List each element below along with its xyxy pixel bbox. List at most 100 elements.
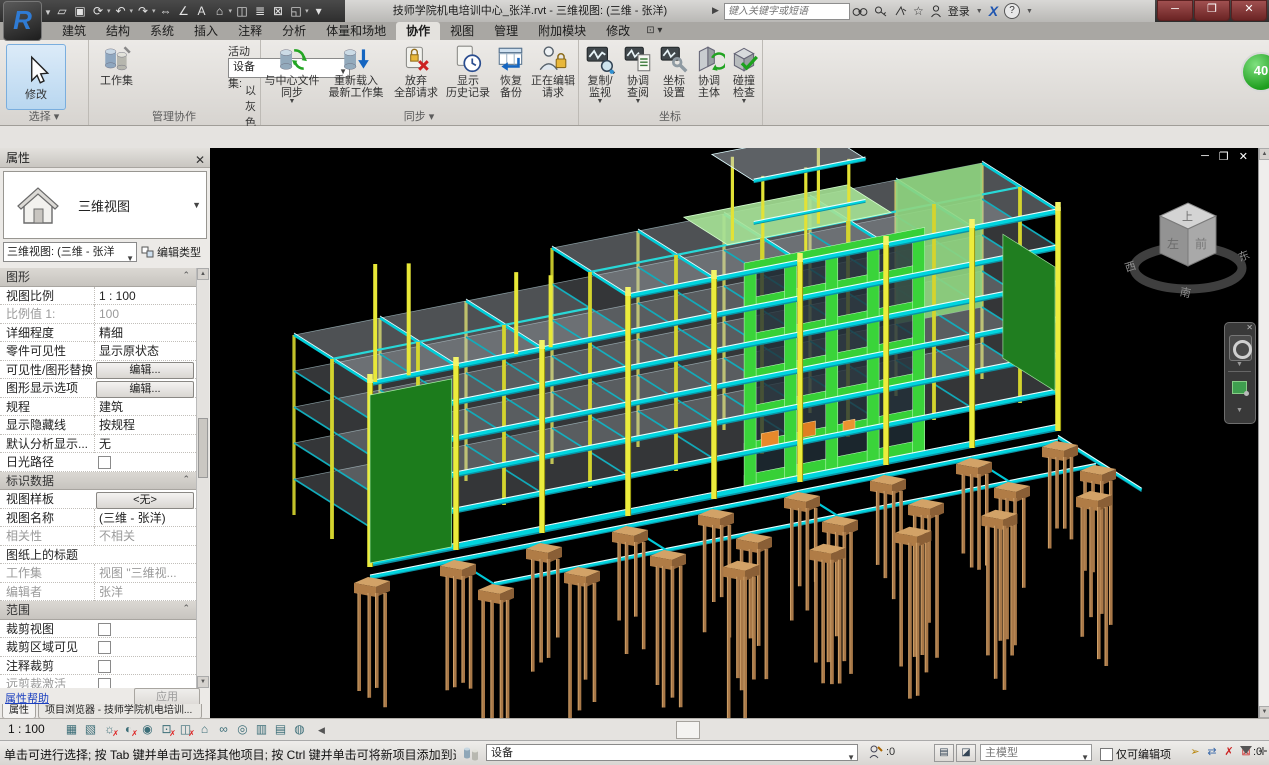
search-input[interactable] [724, 3, 850, 20]
tab-注释[interactable]: 注释 [228, 22, 272, 40]
edit-type-button[interactable]: 编辑类型 [141, 242, 207, 262]
minimize-button[interactable]: ─ [1157, 0, 1193, 21]
property-value[interactable]: 建筑 [94, 398, 194, 416]
scale-button[interactable]: 1 : 100 [8, 722, 45, 736]
tab-project-browser[interactable]: 项目浏览器 - 技师学院机电培训... [38, 704, 202, 719]
canvas-scroll-down-icon[interactable]: ▼ [1259, 706, 1269, 718]
viewcube[interactable]: 西 南 东 上 左 前 [1122, 186, 1258, 318]
design-options-icon[interactable]: ▤ [934, 744, 954, 762]
redo-icon[interactable]: ↷ [135, 3, 151, 19]
tab-管理[interactable]: 管理 [484, 22, 528, 40]
tab-体量和场地[interactable]: 体量和场地 [316, 22, 396, 40]
property-value[interactable]: 不相关 [94, 527, 194, 545]
collapse-chevron-icon[interactable]: ⌃ [182, 270, 190, 281]
tab-建筑[interactable]: 建筑 [52, 22, 96, 40]
hscroll-left-icon[interactable]: ◀ [318, 725, 325, 736]
sun-path-icon[interactable]: ☼✗ [102, 722, 117, 737]
crop-view-icon[interactable]: ⊡✗ [159, 722, 174, 737]
view-close-icon[interactable]: ✕ [1239, 150, 1248, 163]
tab-修改[interactable]: 修改 [596, 22, 640, 40]
type-selector[interactable]: 三维视图 ▼ [3, 171, 207, 239]
coordination-review-button[interactable]: 协调 查阅 ▼ [620, 43, 656, 105]
tab-插入[interactable]: 插入 [184, 22, 228, 40]
undo-icon[interactable]: ↶ [113, 3, 129, 19]
property-value[interactable]: 张洋 [94, 583, 194, 601]
copy-monitor-button[interactable]: 复制/ 监视 ▼ [580, 43, 620, 105]
panel-sync-label[interactable]: 同步 ▾ [260, 108, 578, 124]
infocenter-caret-icon[interactable]: ▼ [976, 8, 983, 15]
filter-control[interactable]: :0 [1240, 746, 1262, 758]
qat-customize-icon[interactable]: ▾ [311, 3, 327, 19]
modify-extra-icon[interactable]: ⊡ ▾ [646, 22, 662, 40]
navbar-close-icon[interactable]: ✕ [1246, 323, 1253, 332]
3d-structural-model[interactable] [210, 148, 1258, 718]
drawing-area[interactable]: ─ ❐ ✕ 西 南 东 上 左 前 ✕ ▼ [210, 148, 1258, 718]
view-minimize-icon[interactable]: ─ [1201, 150, 1209, 163]
canvas-scroll-up-icon[interactable]: ▲ [1259, 148, 1269, 160]
restore-backup-button[interactable]: 恢复 备份 [494, 43, 528, 99]
reveal-hidden-icon[interactable]: ◎ [235, 722, 250, 737]
analytical-model-icon[interactable]: ◍ [292, 722, 307, 737]
editable-only-control[interactable]: 仅可编辑项 [1100, 746, 1171, 762]
tab-properties[interactable]: 属性 [2, 704, 36, 719]
render-icon[interactable]: ◉ [140, 722, 155, 737]
sync-icon[interactable]: ⟳ [90, 3, 106, 19]
property-value[interactable]: 显示原状态 [94, 342, 194, 360]
help-icon[interactable]: ? [1004, 3, 1020, 19]
help-caret-icon[interactable]: ▼ [1026, 8, 1033, 15]
steering-wheel-icon[interactable] [1229, 335, 1252, 361]
detail-level-icon[interactable]: ▦ [64, 722, 79, 737]
collapse-chevron-icon[interactable]: ⌃ [182, 474, 190, 485]
tab-附加模块[interactable]: 附加模块 [528, 22, 596, 40]
measure-icon[interactable]: ⇔ [158, 3, 174, 19]
favorites-star-icon[interactable]: ☆ [913, 3, 924, 19]
restore-button[interactable]: ❐ [1194, 0, 1230, 21]
communication-center-badge[interactable]: 40 [1241, 52, 1269, 92]
crop-region-icon[interactable]: ◫✗ [178, 722, 193, 737]
property-edit-button[interactable]: 编辑... [96, 362, 194, 379]
default-3d-view-icon[interactable]: ⌂ [212, 3, 228, 19]
exchange-apps-icon[interactable]: X [989, 3, 998, 19]
property-value[interactable]: (三维 - 张洋) [94, 509, 194, 527]
close-button[interactable]: ✕ [1231, 0, 1267, 21]
save-icon[interactable]: ▣ [72, 3, 88, 19]
switch-windows-icon[interactable]: ◱ [288, 3, 304, 19]
open-file-icon[interactable]: ▱ [54, 3, 70, 19]
section-icon[interactable]: ◫ [234, 3, 250, 19]
navbar-caret-icon[interactable]: ▼ [1236, 361, 1243, 368]
active-option-icon[interactable]: ◪ [956, 744, 976, 762]
tab-分析[interactable]: 分析 [272, 22, 316, 40]
tab-系统[interactable]: 系统 [140, 22, 184, 40]
property-edit-button[interactable]: 编辑... [96, 381, 194, 398]
thin-lines-icon[interactable]: ≣ [252, 3, 268, 19]
tab-视图[interactable]: 视图 [440, 22, 484, 40]
tab-协作[interactable]: 协作 [396, 22, 440, 40]
property-value[interactable]: 100 [94, 305, 194, 323]
sync-central-button[interactable]: 与中心文件 同步 ▼ [262, 43, 322, 105]
property-edit-button[interactable]: <无> [96, 492, 194, 509]
tab-结构[interactable]: 结构 [96, 22, 140, 40]
canvas-vscrollbar[interactable]: ▲ ▼ [1258, 148, 1269, 718]
instance-selector-dropdown[interactable]: 三维视图: (三维 - 张洋 ▼ [3, 242, 137, 262]
scroll-down-icon[interactable]: ▼ [197, 676, 209, 688]
select-underlay-icon[interactable]: ⇄ [1205, 744, 1219, 760]
zoom-icon[interactable] [1232, 381, 1247, 394]
collapse-chevron-icon[interactable]: ⌃ [182, 603, 190, 614]
temporary-hide-icon[interactable]: ∞ [216, 722, 231, 737]
title-expand-icon[interactable]: ▶ [712, 5, 719, 16]
property-value[interactable]: 1 : 100 [94, 287, 194, 305]
worksets-button[interactable]: 工作集 [100, 43, 133, 87]
scroll-up-icon[interactable]: ▲ [197, 268, 209, 280]
navigation-bar[interactable]: ✕ ▼ ▼ [1224, 322, 1256, 424]
navbar-caret2-icon[interactable]: ▼ [1236, 407, 1243, 414]
text-note-icon[interactable]: A [194, 3, 210, 19]
application-menu-button[interactable]: R [3, 1, 42, 41]
history-button[interactable]: 显示 历史记录 [442, 43, 494, 99]
close-hidden-windows-icon[interactable]: ⊠ [270, 3, 286, 19]
properties-scrollbar[interactable]: ▲ ▼ [196, 268, 209, 688]
property-value[interactable]: 精细 [94, 324, 194, 342]
coordination-settings-button[interactable]: 坐标 设置 [656, 43, 692, 99]
login-button[interactable]: 登录 [948, 3, 970, 19]
scrollbar-thumb[interactable] [198, 418, 208, 478]
interference-check-button[interactable]: 碰撞 检查 ▼ [726, 43, 762, 105]
